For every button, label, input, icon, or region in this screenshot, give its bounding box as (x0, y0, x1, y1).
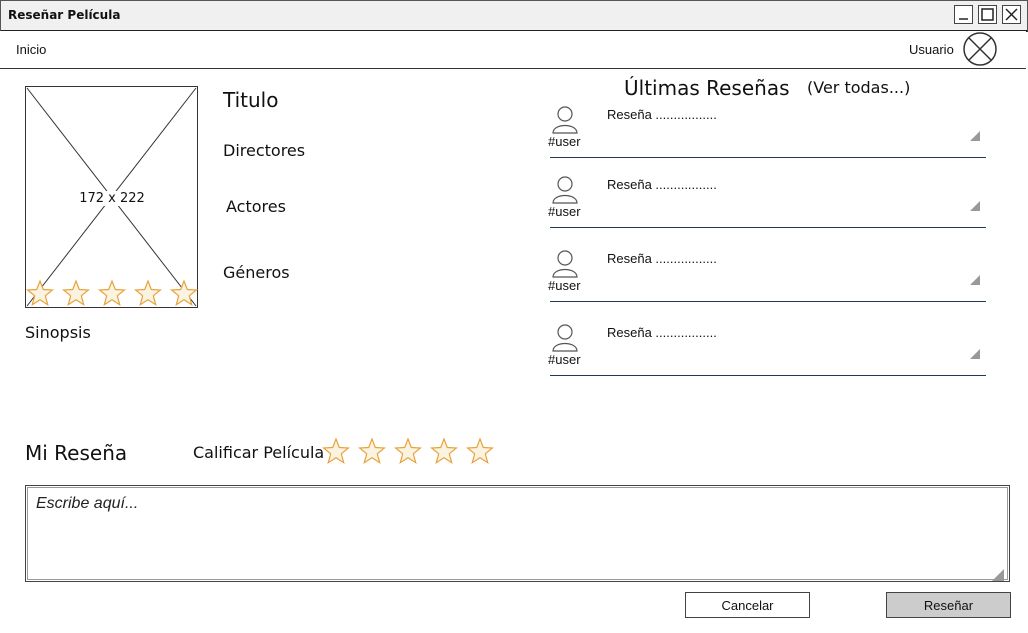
resize-grip-icon[interactable] (992, 566, 1004, 585)
user-icon (552, 106, 578, 134)
review-text: Reseña ................. (607, 325, 717, 340)
actors-label: Actores (226, 197, 286, 216)
synopsis-label: Sinopsis (25, 323, 91, 342)
resize-grip-icon (970, 201, 980, 211)
window-title: Reseñar Película (8, 8, 121, 22)
user-avatar-icon[interactable] (963, 32, 999, 70)
my-review-placeholder: Escribe aquí... (36, 495, 139, 512)
rate-movie-label: Calificar Película (193, 443, 325, 462)
menu-item-usuario[interactable]: Usuario (909, 42, 954, 57)
star-icon (322, 437, 350, 465)
see-all-reviews-link[interactable]: (Ver todas...) (807, 78, 910, 97)
review-item: #user Reseña ................. (548, 102, 986, 158)
directors-label: Directores (223, 141, 306, 160)
menu-item-inicio[interactable]: Inicio (16, 42, 46, 57)
review-text: Reseña ................. (607, 251, 717, 266)
submit-review-button[interactable]: Reseñar (886, 592, 1011, 618)
movie-title: Titulo (223, 88, 279, 112)
menu-bar (0, 31, 1026, 69)
maximize-button[interactable] (978, 5, 997, 24)
genres-label: Géneros (223, 263, 290, 282)
cancel-button[interactable]: Cancelar (685, 592, 810, 618)
user-icon (552, 324, 578, 352)
review-divider (550, 157, 986, 158)
review-divider (550, 301, 986, 302)
review-item: #user Reseña ................. (548, 246, 986, 302)
my-review-textarea[interactable] (25, 485, 1010, 582)
minimize-button[interactable] (954, 5, 973, 24)
close-button[interactable] (1002, 5, 1021, 24)
star-icon (394, 437, 422, 465)
resize-grip-icon (970, 131, 980, 141)
star-icon (170, 279, 198, 307)
latest-reviews-heading: Últimas Reseñas (624, 76, 790, 100)
star-icon (430, 437, 458, 465)
review-user: #user (548, 134, 581, 149)
review-text: Reseña ................. (607, 177, 717, 192)
star-icon (26, 279, 54, 307)
maximize-icon (981, 8, 994, 21)
review-user: #user (548, 278, 581, 293)
resize-grip-icon (970, 275, 980, 285)
star-icon (466, 437, 494, 465)
review-item: #user Reseña ................. (548, 172, 986, 228)
minimize-icon (959, 18, 968, 20)
review-user: #user (548, 204, 581, 219)
poster-size-label: 172 x 222 (62, 191, 162, 206)
close-icon (1005, 8, 1018, 21)
window-titlebar (0, 0, 1028, 32)
star-icon (62, 279, 90, 307)
rate-movie-stars[interactable] (320, 437, 502, 471)
review-text: Reseña ................. (607, 107, 717, 122)
review-divider (550, 375, 986, 376)
my-review-heading: Mi Reseña (25, 441, 128, 465)
resize-grip-icon (970, 349, 980, 359)
review-divider (550, 227, 986, 228)
star-icon (134, 279, 162, 307)
star-icon (358, 437, 386, 465)
star-icon (98, 279, 126, 307)
review-item: #user Reseña ................. (548, 320, 986, 376)
user-icon (552, 250, 578, 278)
review-user: #user (548, 352, 581, 367)
movie-rating-stars (24, 279, 204, 311)
user-icon (552, 176, 578, 204)
